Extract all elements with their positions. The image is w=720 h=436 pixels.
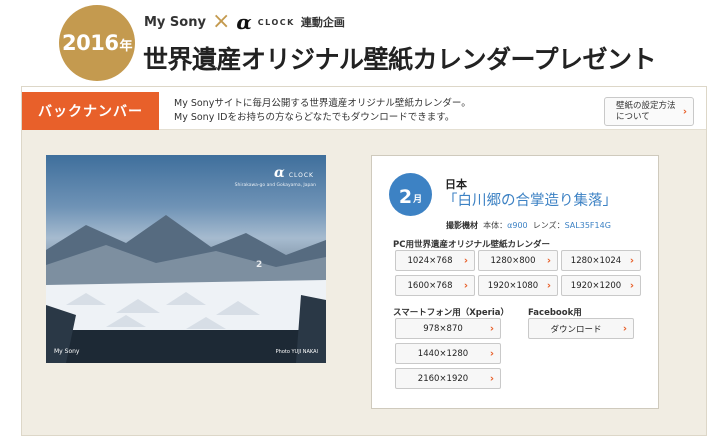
chevron-right-icon: › — [622, 323, 627, 334]
collab-line: My Sony × α CLOCK 連動企画 — [144, 11, 345, 33]
month-badge: 2月 — [389, 173, 432, 216]
pc-1024x768-button[interactable]: 1024×768 › — [395, 250, 475, 271]
pc-1280x1024-button[interactable]: 1280×1024 › — [561, 250, 641, 271]
pc-1920x1200-button[interactable]: 1920×1200 › — [561, 275, 641, 296]
pc-1280x800-button[interactable]: 1280×800 › — [478, 250, 558, 271]
photo-place: Shirakawa-go and Gokayama, Japan — [234, 183, 316, 188]
alpha-logo: α — [236, 10, 252, 34]
equipment-line: 撮影機材 本体：α900 レンズ：SAL35F14G — [446, 221, 611, 230]
cross-icon: × — [211, 9, 231, 34]
desc-line-1: My Sonyサイトに毎月公開する世界遺産オリジナル壁紙カレンダー。 — [174, 98, 471, 109]
sp-978x870-button[interactable]: 978×870 › — [395, 318, 501, 339]
backnumber-panel: バックナンバー My Sonyサイトに毎月公開する世界遺産オリジナル壁紙カレンダ… — [21, 86, 707, 436]
chevron-right-icon: › — [489, 348, 494, 359]
clock-label: CLOCK — [257, 17, 295, 27]
settings-line-1: 壁紙の設定方法 — [616, 101, 676, 111]
pc-section-title: PC用世界遺産オリジナル壁紙カレンダー — [393, 240, 550, 250]
wallpaper-preview[interactable]: α CLOCK Shirakawa-go and Gokayama, Japan … — [46, 155, 326, 363]
calendar-month: 2 — [256, 260, 263, 270]
chevron-right-icon: › — [629, 280, 634, 291]
photo-credit: Photo YUJI NAKAI — [275, 349, 318, 355]
chevron-right-icon: › — [463, 255, 468, 266]
brand-my-sony: My Sony — [144, 14, 206, 30]
page-title: 世界遺産オリジナル壁紙カレンダープレゼント — [143, 45, 657, 74]
chevron-right-icon: › — [489, 373, 494, 384]
alpha-clock-logo: α CLOCK — [274, 165, 314, 181]
chevron-right-icon: › — [546, 280, 551, 291]
photo-sony-logo: My Sony — [54, 348, 80, 355]
chevron-right-icon: › — [489, 323, 494, 334]
facebook-section-title: Facebook用 — [528, 308, 582, 318]
year-number: 2016 — [62, 31, 119, 55]
pc-1920x1080-button[interactable]: 1920×1080 › — [478, 275, 558, 296]
chevron-right-icon: › — [682, 106, 687, 117]
collab-label: 連動企画 — [300, 16, 345, 29]
desc-line-2: My Sony IDをお持ちの方ならどなたでもダウンロードできます。 — [174, 112, 455, 123]
year-badge: 2016 年 — [59, 5, 135, 81]
settings-line-2: について — [616, 112, 650, 122]
backnumber-label: バックナンバー — [22, 92, 159, 130]
chevron-right-icon: › — [546, 255, 551, 266]
wallpaper-settings-button[interactable]: 壁紙の設定方法 について › — [604, 97, 694, 126]
year-suffix: 年 — [119, 39, 132, 54]
smartphone-section-title: スマートフォン用（Xperia） — [393, 308, 509, 318]
pc-1600x768-button[interactable]: 1600×768 › — [395, 275, 475, 296]
backnumber-bar: バックナンバー My Sonyサイトに毎月公開する世界遺産オリジナル壁紙カレンダ… — [22, 87, 706, 130]
sp-1440x1280-button[interactable]: 1440×1280 › — [395, 343, 501, 364]
chevron-right-icon: › — [463, 280, 468, 291]
backnumber-description: My Sonyサイトに毎月公開する世界遺産オリジナル壁紙カレンダー。 My So… — [174, 97, 471, 125]
page-header: 2016 年 My Sony × α CLOCK 連動企画 世界遺産オリジナル壁紙… — [0, 0, 720, 86]
wallpaper-info: 2月 日本 「白川郷の合掌造り集落」 撮影機材 本体：α900 レンズ：SAL3… — [371, 155, 659, 409]
heritage-site-name: 「白川郷の合掌造り集落」 — [443, 193, 617, 209]
facebook-download-button[interactable]: ダウンロード › — [528, 318, 634, 339]
sp-2160x1920-button[interactable]: 2160×1920 › — [395, 368, 501, 389]
chevron-right-icon: › — [629, 255, 634, 266]
